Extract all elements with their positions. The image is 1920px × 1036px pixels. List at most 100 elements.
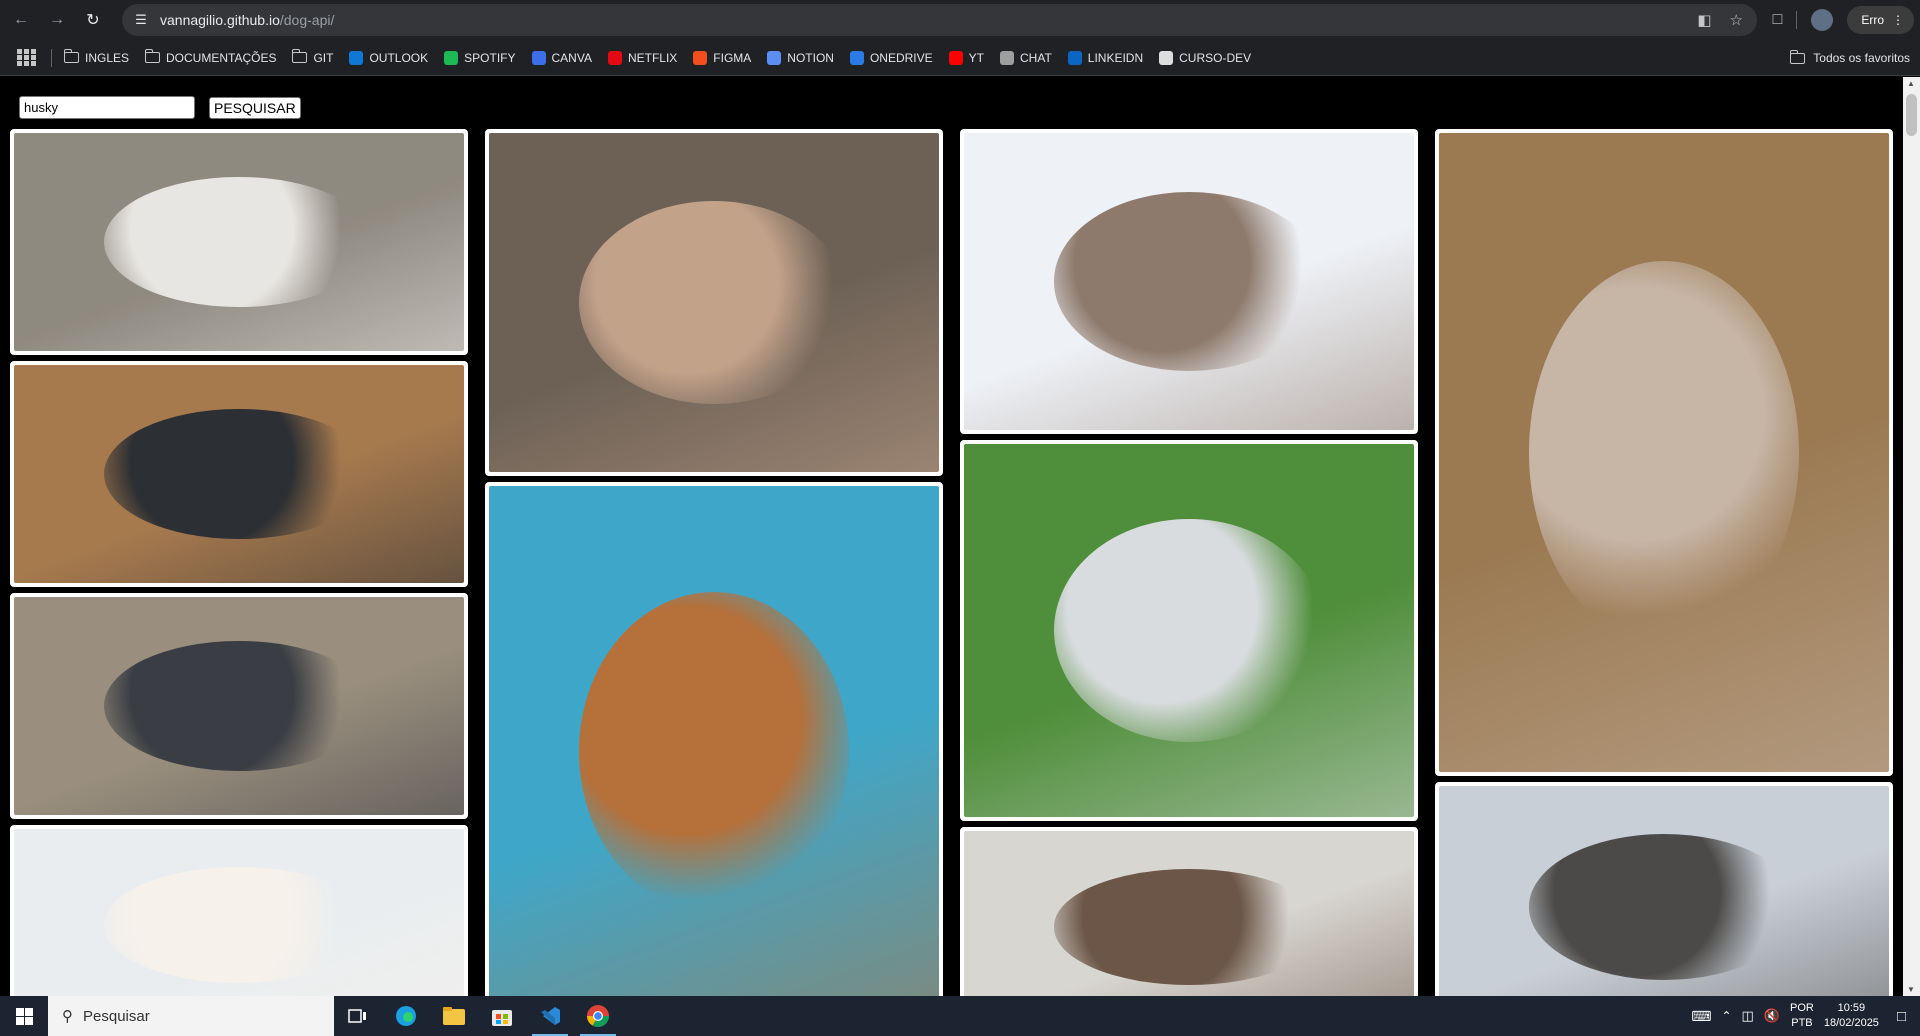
bookmark-label: ONEDRIVE xyxy=(869,50,933,65)
linkedin-icon xyxy=(1067,50,1082,65)
spotify-icon xyxy=(444,50,459,65)
folder-icon xyxy=(144,49,161,63)
back-icon[interactable]: ← xyxy=(6,5,36,35)
bookmark-label: NOTION xyxy=(787,50,834,65)
store-icon[interactable] xyxy=(478,996,526,1036)
bookmark-star-icon[interactable]: ☆ xyxy=(1730,11,1743,29)
gallery-column xyxy=(1435,129,1893,996)
address-bar[interactable]: ☰ vannagilio.github.io/dog-api/ ◧ ☆ xyxy=(122,4,1757,36)
bookmark-item[interactable]: NETFLIX xyxy=(607,50,678,65)
bookmark-label: NETFLIX xyxy=(627,50,678,65)
site-info-icon[interactable]: ☰ xyxy=(132,11,150,29)
dog-photo-card[interactable] xyxy=(1435,782,1893,996)
tray-chevron-up-icon[interactable]: ⌃ xyxy=(1721,1009,1731,1023)
bookmark-item[interactable]: SPOTIFY xyxy=(444,50,516,65)
chrome-icon[interactable] xyxy=(574,996,622,1036)
search-button[interactable]: PESQUISAR xyxy=(209,96,301,119)
dog-photo-card[interactable] xyxy=(10,361,468,587)
bookmark-label: CURSO-DEV xyxy=(1179,50,1252,65)
dog-figure xyxy=(104,176,374,308)
bookmark-item[interactable]: CHAT xyxy=(1000,50,1052,65)
edge-icon[interactable] xyxy=(382,996,430,1036)
profile-error-button[interactable]: Erro ⋮ xyxy=(1847,6,1914,34)
reload-icon[interactable]: ↻ xyxy=(78,5,108,35)
more-menu-icon: ⋮ xyxy=(1892,13,1904,27)
dog-figure xyxy=(104,640,374,772)
scroll-down-icon[interactable]: ▼ xyxy=(1907,985,1915,994)
bookmark-item[interactable]: YT xyxy=(948,50,984,65)
bookmark-item[interactable]: CANVA xyxy=(531,50,592,65)
search-input[interactable] xyxy=(19,96,195,119)
clock-time: 10:59 xyxy=(1837,1002,1866,1014)
dog-photo xyxy=(14,829,464,996)
dog-photo-card[interactable] xyxy=(485,129,943,476)
task-view-icon[interactable] xyxy=(334,996,382,1036)
search-form: PESQUISAR xyxy=(19,96,301,119)
dog-photo-card[interactable] xyxy=(960,827,1418,996)
clock-date: 18/02/2025 xyxy=(1823,1017,1879,1029)
dog-photo xyxy=(489,486,939,996)
system-tray: ⌨ ⌃ ◫ 🔇 POR PTB 10:59 18/02/2025 □ xyxy=(1691,996,1920,1036)
avatar[interactable] xyxy=(1811,9,1834,31)
dog-figure xyxy=(1529,834,1799,980)
file-explorer-icon[interactable] xyxy=(430,996,478,1036)
dog-figure xyxy=(104,408,374,540)
globe-icon xyxy=(1159,50,1174,65)
dog-photo-card[interactable] xyxy=(1435,129,1893,776)
dog-photo-card[interactable] xyxy=(960,129,1418,434)
taskbar-search[interactable]: ⚲ Pesquisar xyxy=(48,996,334,1036)
outlook-icon xyxy=(349,50,364,65)
dog-photo-card[interactable] xyxy=(485,482,943,996)
taskbar-search-label: Pesquisar xyxy=(83,1007,150,1025)
start-button[interactable] xyxy=(0,996,48,1036)
bookmark-label: LINKEIDN xyxy=(1087,50,1144,65)
folder-icon xyxy=(1789,49,1806,64)
bookmark-item[interactable]: ONEDRIVE xyxy=(849,50,933,65)
gallery-column xyxy=(485,129,943,996)
canva-icon xyxy=(531,50,546,65)
dog-figure xyxy=(579,592,849,912)
bookmark-label: YT xyxy=(968,50,984,65)
bookmark-item[interactable]: NOTION xyxy=(767,50,834,65)
forward-icon[interactable]: → xyxy=(42,5,72,35)
dog-photo xyxy=(14,133,464,351)
extensions-icon[interactable]: □ xyxy=(1773,11,1783,29)
bookmark-item[interactable]: DOCUMENTAÇÕES xyxy=(144,49,276,65)
bookmark-item[interactable]: GIT xyxy=(291,49,334,65)
language-indicator[interactable]: POR PTB xyxy=(1790,1001,1814,1031)
page-scrollbar[interactable]: ▲ ▼ xyxy=(1903,77,1920,996)
bookmark-item[interactable]: OUTLOOK xyxy=(349,50,429,65)
bookmark-item[interactable]: INGLES xyxy=(63,49,129,65)
dog-photo-card[interactable] xyxy=(10,825,468,996)
bookmark-label: GIT xyxy=(313,50,334,65)
bookmark-label: FIGMA xyxy=(713,50,752,65)
dog-figure xyxy=(104,867,374,983)
network-icon[interactable]: ◫ xyxy=(1742,1008,1754,1024)
all-bookmarks-folder[interactable]: Todos os favoritos xyxy=(1789,40,1910,76)
apps-grid-icon[interactable] xyxy=(17,48,36,67)
bookmark-item[interactable]: FIGMA xyxy=(693,50,752,65)
vscode-icon[interactable] xyxy=(526,996,574,1036)
dog-photo-card[interactable] xyxy=(960,440,1418,821)
notion-icon xyxy=(767,50,782,65)
clock[interactable]: 10:59 18/02/2025 xyxy=(1824,1001,1879,1031)
dog-photo xyxy=(964,133,1414,430)
bookmark-item[interactable]: CURSO-DEV xyxy=(1159,50,1252,65)
youtube-icon xyxy=(948,50,963,65)
scroll-thumb[interactable] xyxy=(1906,94,1917,136)
bookmark-label: OUTLOOK xyxy=(369,50,429,65)
bookmark-item[interactable]: LINKEIDN xyxy=(1067,50,1144,65)
notifications-icon[interactable]: □ xyxy=(1897,1008,1906,1025)
bookmark-list: INGLES DOCUMENTAÇÕES GIT OUTLOOK SPOTIFY CANV… xyxy=(63,49,1267,65)
translate-icon[interactable]: ◧ xyxy=(1697,11,1711,29)
dog-photo-card[interactable] xyxy=(10,129,468,355)
dog-photo-card[interactable] xyxy=(10,593,468,819)
dog-photo xyxy=(1439,133,1889,772)
bookmark-label: SPOTIFY xyxy=(464,50,516,65)
scroll-up-icon[interactable]: ▲ xyxy=(1907,79,1915,88)
dog-photo xyxy=(14,365,464,583)
language-bottom: PTB xyxy=(1791,1017,1813,1029)
volume-muted-icon[interactable]: 🔇 xyxy=(1764,1008,1780,1024)
all-bookmarks-label: Todos os favoritos xyxy=(1813,51,1910,65)
keyboard-icon[interactable]: ⌨ xyxy=(1691,1008,1711,1025)
